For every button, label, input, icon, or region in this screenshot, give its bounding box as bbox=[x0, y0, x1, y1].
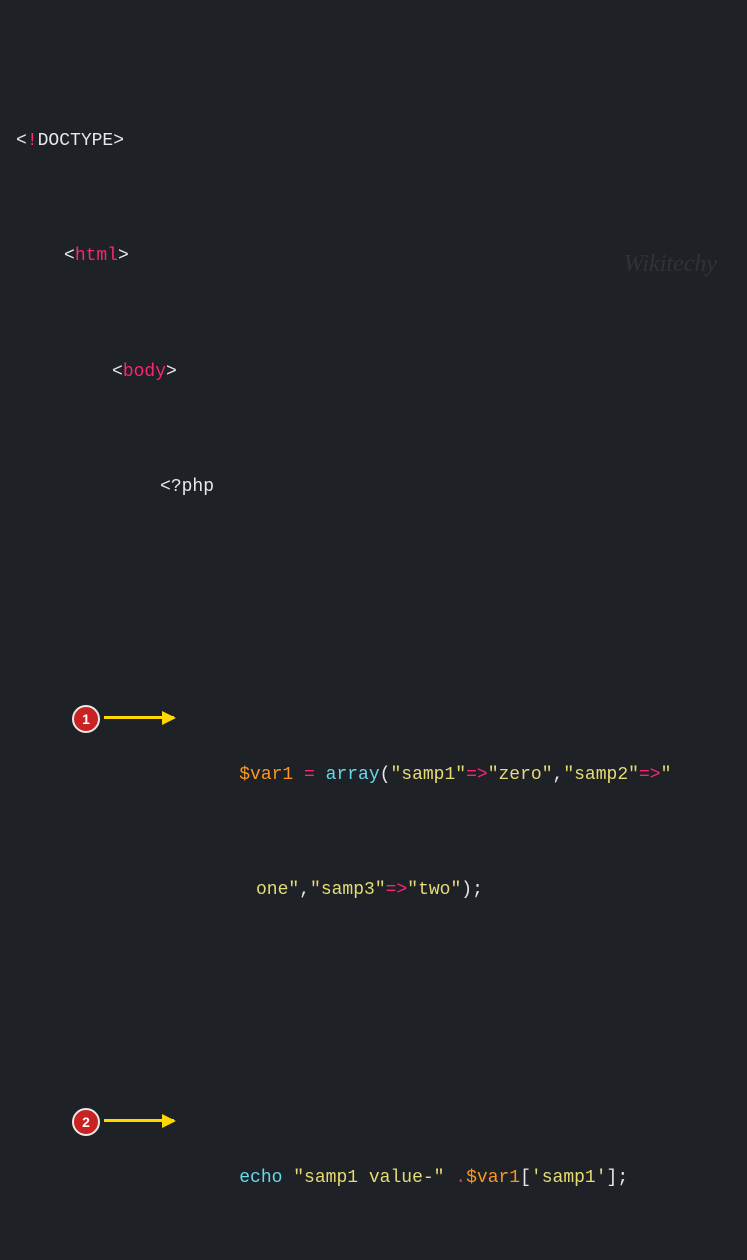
code-line: <html> bbox=[16, 242, 731, 271]
bang: ! bbox=[27, 131, 38, 151]
paren: ( bbox=[380, 765, 391, 785]
string: "samp1 value-" bbox=[293, 1168, 455, 1188]
php-open: php bbox=[182, 477, 214, 497]
op-arrow: => bbox=[639, 765, 661, 785]
semicolon: ; bbox=[472, 880, 483, 900]
code-line: 1 $var1 = array("samp1"=>"zero","samp2"=… bbox=[16, 703, 731, 789]
sp bbox=[282, 1168, 293, 1188]
semicolon: ; bbox=[617, 1168, 628, 1188]
code-line: <?php bbox=[16, 473, 731, 502]
bracket: < bbox=[16, 131, 27, 151]
bracket: [ bbox=[520, 1168, 531, 1188]
op-arrow: => bbox=[466, 765, 488, 785]
code-line: <body> bbox=[16, 358, 731, 387]
paren: ) bbox=[461, 880, 472, 900]
string: "samp2" bbox=[563, 765, 639, 785]
string-open: " bbox=[661, 765, 672, 785]
bracket: > bbox=[118, 246, 129, 266]
bracket: ] bbox=[607, 1168, 618, 1188]
variable: $var1 bbox=[466, 1168, 520, 1188]
string: "samp1" bbox=[390, 765, 466, 785]
code-line-wrap: one","samp3"=>"two"); bbox=[16, 876, 731, 905]
annotation-badge-1: 1 bbox=[72, 705, 100, 733]
string: "two" bbox=[407, 880, 461, 900]
tag-html: html bbox=[75, 246, 118, 266]
keyword-echo: echo bbox=[239, 1168, 282, 1188]
string: "zero" bbox=[488, 765, 553, 785]
string: "samp3" bbox=[310, 880, 386, 900]
bracket: < bbox=[112, 362, 123, 382]
string: 'samp1' bbox=[531, 1168, 607, 1188]
op-eq: = bbox=[293, 765, 325, 785]
code-line: <!DOCTYPE> bbox=[16, 127, 731, 156]
blank-line bbox=[16, 588, 731, 617]
annotation-badge-2: 2 bbox=[72, 1108, 100, 1136]
blank-line bbox=[16, 991, 731, 1020]
string-cont: one" bbox=[256, 880, 299, 900]
bracket: > bbox=[166, 362, 177, 382]
qmark: ? bbox=[171, 477, 182, 497]
op-dot: . bbox=[455, 1168, 466, 1188]
variable: $var1 bbox=[239, 765, 293, 785]
bracket: < bbox=[64, 246, 75, 266]
comma: , bbox=[299, 880, 310, 900]
tag-body: body bbox=[123, 362, 166, 382]
func-array: array bbox=[326, 765, 380, 785]
doctype-text: DOCTYPE bbox=[38, 131, 114, 151]
annotation-arrow-icon bbox=[104, 1119, 174, 1122]
annotation-arrow-icon bbox=[104, 716, 174, 719]
comma: , bbox=[553, 765, 564, 785]
op-arrow: => bbox=[386, 880, 408, 900]
code-line: 2 echo "samp1 value-" .$var1['samp1']; bbox=[16, 1106, 731, 1192]
bracket: < bbox=[160, 477, 171, 497]
bracket: > bbox=[113, 131, 124, 151]
code-block: Wikitechy <!DOCTYPE> <html> <body> <?php… bbox=[0, 0, 747, 1260]
